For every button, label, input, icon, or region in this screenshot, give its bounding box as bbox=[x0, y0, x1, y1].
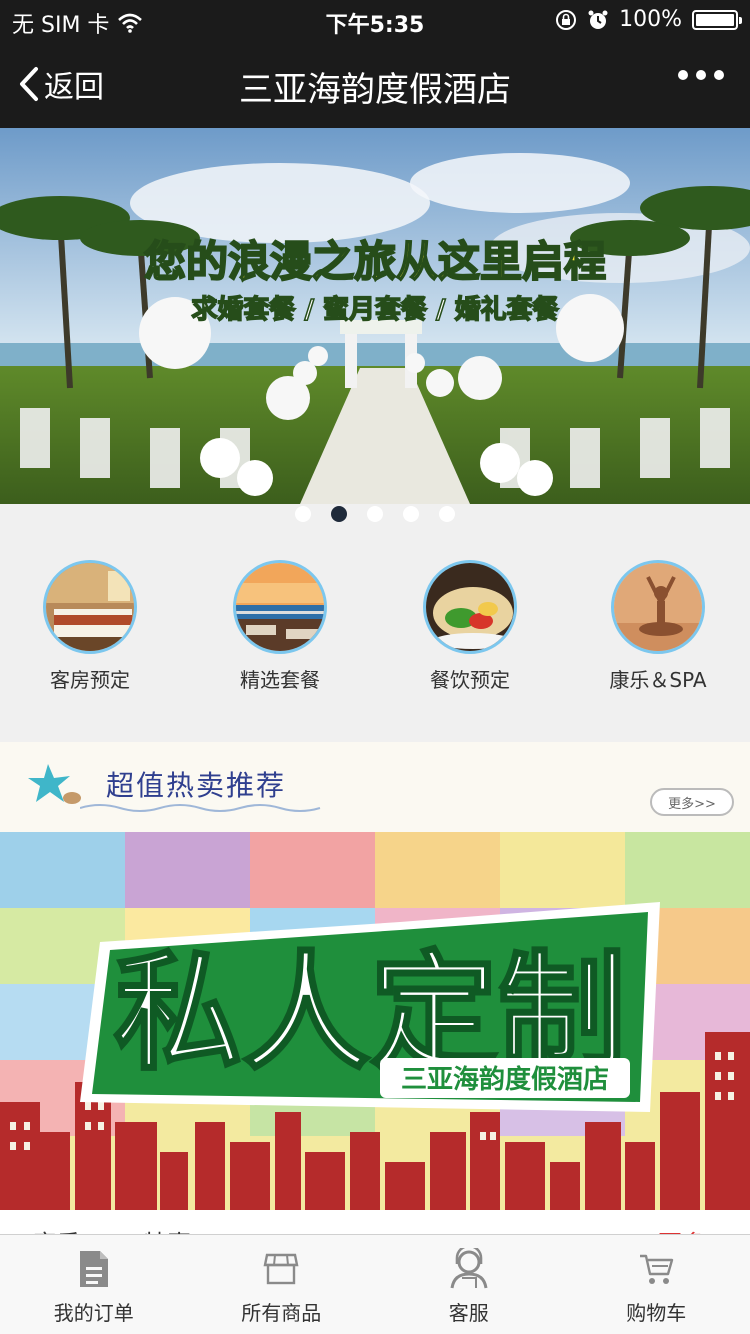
banner-pagination bbox=[0, 506, 750, 526]
tab-cart[interactable]: 购物车 bbox=[563, 1235, 750, 1334]
pagination-dot[interactable] bbox=[295, 506, 311, 522]
tab-all-products[interactable]: 所有商品 bbox=[188, 1235, 376, 1334]
tab-my-orders[interactable]: 我的订单 bbox=[0, 1235, 188, 1334]
pagination-dot[interactable] bbox=[331, 506, 347, 522]
alarm-icon bbox=[588, 10, 608, 29]
recommend-header: 超值热卖推荐 更多>> bbox=[0, 742, 750, 832]
wave-decoration bbox=[80, 804, 321, 812]
app-page: 无 SIM 卡 下午5:35 100% 返回 三亚海韵度假酒店 您的浪漫之旅从这… bbox=[0, 0, 750, 1334]
pagination-dot[interactable] bbox=[403, 506, 419, 522]
tab-label: 我的订单 bbox=[53, 1301, 134, 1325]
status-bar: 无 SIM 卡 下午5:35 100% bbox=[0, 0, 750, 40]
more-dot-icon bbox=[714, 70, 724, 80]
promo-subline: 三亚海韵度假酒店 bbox=[401, 1064, 609, 1095]
tab-label: 购物车 bbox=[626, 1301, 687, 1325]
promo-image: 私人定制 三亚海韵度假酒店 bbox=[0, 832, 750, 1210]
hotel-room-icon bbox=[43, 560, 137, 654]
banner-subline: 求婚套餐 / 蜜月套餐 / 婚礼套餐 bbox=[191, 294, 559, 325]
battery-icon bbox=[692, 9, 742, 30]
banner-image: 您的浪漫之旅从这里启程 求婚套餐 / 蜜月套餐 / 婚礼套餐 bbox=[0, 128, 750, 504]
more-dot-icon bbox=[696, 70, 706, 80]
tab-customer-service[interactable]: 客服 bbox=[375, 1235, 563, 1334]
category-label: 康乐＆SPA bbox=[609, 668, 707, 692]
starfish-icon bbox=[28, 764, 81, 804]
category-dining-booking[interactable]: 餐饮预定 bbox=[390, 560, 550, 693]
nav-bar: 返回 三亚海韵度假酒店 bbox=[0, 40, 750, 128]
battery-percent: 100% bbox=[619, 7, 682, 32]
category-label: 餐饮预定 bbox=[430, 668, 510, 692]
banner-headline: 您的浪漫之旅从这里启程 bbox=[144, 237, 606, 286]
store-icon bbox=[263, 1253, 299, 1285]
category-spa[interactable]: 康乐＆SPA bbox=[578, 560, 738, 693]
category-room-booking[interactable]: 客房预定 bbox=[10, 560, 170, 693]
food-wrap-icon bbox=[423, 560, 517, 654]
cart-icon bbox=[640, 1254, 674, 1284]
recommend-more-button[interactable]: 更多>> bbox=[650, 788, 734, 816]
private-custom-banner[interactable]: 私人定制 三亚海韵度假酒店 bbox=[0, 832, 750, 1210]
category-packages[interactable]: 精选套餐 bbox=[200, 560, 360, 693]
tab-bar: 我的订单 所有商品 客服 购物车 bbox=[0, 1234, 750, 1334]
tab-label: 客服 bbox=[448, 1301, 489, 1325]
pagination-dot[interactable] bbox=[439, 506, 455, 522]
more-dot-icon bbox=[678, 70, 688, 80]
category-label: 客房预定 bbox=[50, 668, 130, 692]
page-title: 三亚海韵度假酒店 bbox=[239, 70, 511, 110]
recommend-title: 超值热卖推荐 bbox=[106, 769, 287, 802]
pagination-dot[interactable] bbox=[367, 506, 383, 522]
yoga-spa-icon bbox=[611, 560, 705, 654]
more-menu-button[interactable] bbox=[678, 70, 724, 80]
orientation-lock-icon bbox=[556, 9, 577, 30]
category-label: 精选套餐 bbox=[240, 668, 320, 692]
tab-label: 所有商品 bbox=[241, 1301, 322, 1325]
category-grid: 客房预定 精选套餐 餐饮预定 康乐＆SPA bbox=[0, 560, 750, 710]
battery-fill bbox=[696, 13, 734, 26]
customer-service-icon bbox=[450, 1248, 488, 1289]
hero-banner[interactable]: 您的浪漫之旅从这里启程 求婚套餐 / 蜜月套餐 / 婚礼套餐 bbox=[0, 128, 750, 504]
sunset-terrace-icon bbox=[233, 560, 327, 654]
document-icon bbox=[79, 1251, 108, 1287]
